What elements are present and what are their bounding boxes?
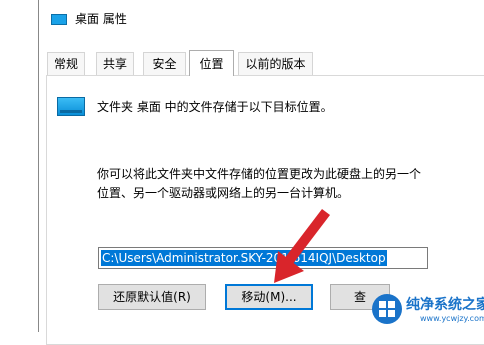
- window-title: 桌面 属性: [75, 12, 127, 26]
- tab-location[interactable]: 位置: [189, 50, 234, 76]
- tab-general[interactable]: 常规: [47, 52, 85, 75]
- restore-default-button[interactable]: 还原默认值(R): [98, 284, 206, 310]
- windows-logo-icon: [372, 294, 402, 324]
- location-description-line2: 位置、另一个驱动器或网络上的另一台计算机。: [97, 186, 350, 200]
- red-arrow-icon: [274, 209, 330, 283]
- move-button[interactable]: 移动(M)...: [225, 284, 313, 310]
- path-value: C:\Users\Administrator.SKY-201 614IQJ\De…: [101, 250, 387, 266]
- watermark-url: www.ycwjzy.com: [420, 314, 484, 323]
- tab-strip: 常规 共享 安全 位置 以前的版本: [39, 50, 484, 76]
- watermark-title: 纯净系统之家: [406, 297, 484, 313]
- title-bar: 桌面 属性: [39, 0, 484, 38]
- location-header: 文件夹 桌面 中的文件存储于以下目标位置。: [97, 100, 333, 114]
- location-description-line1: 你可以将此文件夹中文件存储的位置更改为此硬盘上的另一个: [97, 167, 422, 181]
- tab-previous-versions[interactable]: 以前的版本: [238, 52, 313, 75]
- path-input[interactable]: C:\Users\Administrator.SKY-201 614IQJ\De…: [98, 247, 428, 269]
- tab-security[interactable]: 安全: [143, 52, 186, 75]
- folder-icon: [57, 97, 85, 116]
- watermark: 纯净系统之家 www.ycwjzy.com: [372, 292, 484, 332]
- folder-icon: [51, 14, 67, 25]
- tab-sharing[interactable]: 共享: [96, 52, 134, 75]
